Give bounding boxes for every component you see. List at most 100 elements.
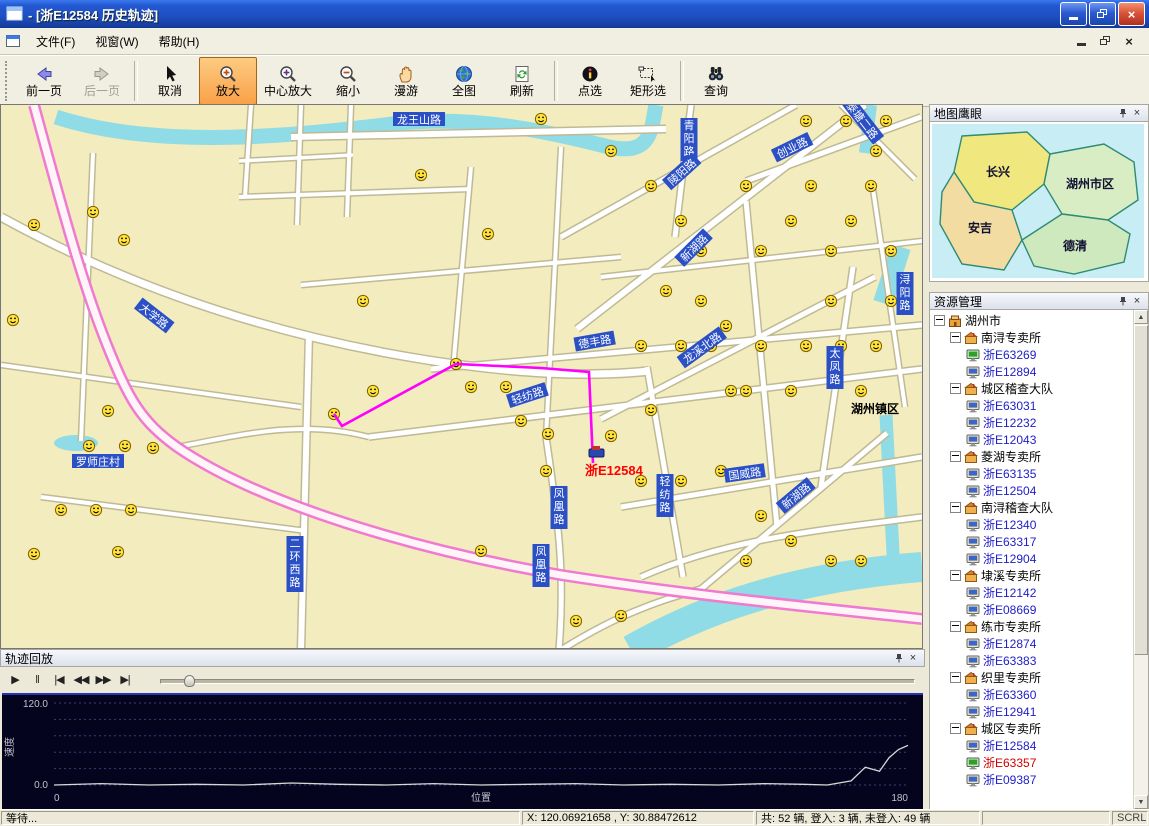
tree-node-group[interactable]: 练市专卖所 bbox=[932, 618, 1133, 635]
vehicle-marker-icon[interactable] bbox=[755, 510, 766, 521]
center-zoom-button[interactable]: 中心放大 bbox=[257, 57, 319, 105]
tree-node-group[interactable]: 城区稽查大队 bbox=[932, 380, 1133, 397]
vehicle-marker-icon[interactable] bbox=[675, 340, 686, 351]
step-back-button[interactable]: |◀ bbox=[50, 671, 68, 688]
vehicle-marker-icon[interactable] bbox=[645, 180, 656, 191]
vehicle-marker-icon[interactable] bbox=[83, 440, 94, 451]
vehicle-marker-icon[interactable] bbox=[660, 285, 671, 296]
vehicle-marker-icon[interactable] bbox=[118, 234, 129, 245]
vehicle-marker-icon[interactable] bbox=[675, 475, 686, 486]
expand-collapse-box[interactable] bbox=[950, 332, 961, 343]
tree-node-vehicle[interactable]: 浙E09387 bbox=[932, 771, 1133, 788]
tree-node-vehicle[interactable]: 浙E12584 bbox=[932, 737, 1133, 754]
vehicle-marker-icon[interactable] bbox=[87, 206, 98, 217]
vehicle-marker-icon[interactable] bbox=[482, 228, 493, 239]
tree-node-vehicle[interactable]: 浙E12904 bbox=[932, 550, 1133, 567]
vehicle-marker-icon[interactable] bbox=[800, 115, 811, 126]
expand-collapse-box[interactable] bbox=[950, 502, 961, 513]
expand-collapse-box[interactable] bbox=[950, 672, 961, 683]
vehicle-marker-icon[interactable] bbox=[119, 440, 130, 451]
vehicle-marker-icon[interactable] bbox=[125, 504, 136, 515]
menu-help[interactable]: 帮助(H) bbox=[149, 29, 210, 54]
vehicle-marker-icon[interactable] bbox=[28, 219, 39, 230]
tree-node-vehicle[interactable]: 浙E12894 bbox=[932, 363, 1133, 380]
tree-node-group[interactable]: 织里专卖所 bbox=[932, 669, 1133, 686]
cancel-button[interactable]: 取消 bbox=[141, 57, 199, 105]
vehicle-marker-icon[interactable] bbox=[740, 180, 751, 191]
menu-window[interactable]: 视窗(W) bbox=[85, 29, 148, 54]
vehicle-marker-icon[interactable] bbox=[740, 555, 751, 566]
pan-button[interactable]: 漫游 bbox=[377, 57, 435, 105]
vehicle-marker-icon[interactable] bbox=[740, 385, 751, 396]
vehicle-marker-icon[interactable] bbox=[112, 546, 123, 557]
play-button[interactable]: ▶ bbox=[6, 671, 24, 688]
vehicle-marker-icon[interactable] bbox=[147, 442, 158, 453]
vehicle-marker-icon[interactable] bbox=[90, 504, 101, 515]
map-view[interactable]: 龙王山路青阳路泰塘二路创业路陵阳路新湖路大学路德丰路龙溪北路轻纺路轻纺路凤凰路凤… bbox=[0, 104, 923, 649]
close-panel-icon[interactable]: × bbox=[906, 652, 920, 665]
vehicle-marker-icon[interactable] bbox=[28, 548, 39, 559]
restore-button[interactable] bbox=[1089, 2, 1116, 26]
vehicle-marker-icon[interactable] bbox=[855, 555, 866, 566]
expand-collapse-box[interactable] bbox=[950, 451, 961, 462]
pin-icon[interactable] bbox=[892, 652, 906, 665]
vehicle-marker-icon[interactable] bbox=[725, 385, 736, 396]
scroll-up-button[interactable]: ▲ bbox=[1134, 310, 1148, 324]
tree-node-vehicle[interactable]: 浙E63269 bbox=[932, 346, 1133, 363]
expand-collapse-box[interactable] bbox=[950, 621, 961, 632]
vehicle-marker-icon[interactable] bbox=[635, 340, 646, 351]
playback-slider[interactable] bbox=[160, 679, 915, 684]
expand-collapse-box[interactable] bbox=[934, 315, 945, 326]
vehicle-marker-icon[interactable] bbox=[615, 610, 626, 621]
tree-node-vehicle[interactable]: 浙E12874 bbox=[932, 635, 1133, 652]
tree-node-vehicle[interactable]: 浙E63360 bbox=[932, 686, 1133, 703]
tree-node-vehicle[interactable]: 浙E08669 bbox=[932, 601, 1133, 618]
vehicle-marker-icon[interactable] bbox=[825, 555, 836, 566]
vehicle-marker-icon[interactable] bbox=[535, 113, 546, 124]
tree-node-vehicle[interactable]: 浙E63317 bbox=[932, 533, 1133, 550]
vehicle-marker-icon[interactable] bbox=[805, 180, 816, 191]
vehicle-marker-icon[interactable] bbox=[785, 535, 796, 546]
vehicle-marker-icon[interactable] bbox=[865, 180, 876, 191]
close-panel-icon[interactable]: × bbox=[1130, 295, 1144, 308]
pause-button[interactable]: ‖ bbox=[28, 672, 46, 689]
vehicle-marker-icon[interactable] bbox=[845, 215, 856, 226]
tree-node-group[interactable]: 城区专卖所 bbox=[932, 720, 1133, 737]
full-map-button[interactable]: 全图 bbox=[435, 57, 493, 105]
tree-node-group[interactable]: 菱湖专卖所 bbox=[932, 448, 1133, 465]
vehicle-marker-icon[interactable] bbox=[840, 115, 851, 126]
vehicle-marker-icon[interactable] bbox=[885, 245, 896, 256]
map-canvas[interactable]: 龙王山路青阳路泰塘二路创业路陵阳路新湖路大学路德丰路龙溪北路轻纺路轻纺路凤凰路凤… bbox=[1, 105, 922, 648]
vehicle-marker-icon[interactable] bbox=[540, 465, 551, 476]
tree-node-vehicle[interactable]: 浙E12941 bbox=[932, 703, 1133, 720]
vehicle-marker-icon[interactable] bbox=[102, 405, 113, 416]
tree-node-group[interactable]: 南浔专卖所 bbox=[932, 329, 1133, 346]
vehicle-marker-icon[interactable] bbox=[605, 430, 616, 441]
vehicle-marker-icon[interactable] bbox=[605, 145, 616, 156]
vehicle-marker-icon[interactable] bbox=[475, 545, 486, 556]
vehicle-marker-icon[interactable] bbox=[500, 381, 511, 392]
vehicle-marker-icon[interactable] bbox=[465, 381, 476, 392]
vehicle-marker-icon[interactable] bbox=[885, 295, 896, 306]
vehicle-marker-icon[interactable] bbox=[800, 340, 811, 351]
tree-node-vehicle[interactable]: 浙E12142 bbox=[932, 584, 1133, 601]
refresh-button[interactable]: 刷新 bbox=[493, 57, 551, 105]
menu-file[interactable]: 文件(F) bbox=[26, 29, 85, 54]
scroll-down-button[interactable]: ▼ bbox=[1134, 795, 1148, 809]
tree-node-vehicle[interactable]: 浙E63357 bbox=[932, 754, 1133, 771]
pin-icon[interactable] bbox=[1116, 107, 1130, 120]
vehicle-marker-icon[interactable] bbox=[515, 415, 526, 426]
vehicle-marker-icon[interactable] bbox=[645, 404, 656, 415]
tree-node-group[interactable]: 埭溪专卖所 bbox=[932, 567, 1133, 584]
vehicle-marker-icon[interactable] bbox=[755, 340, 766, 351]
vehicle-marker-icon[interactable] bbox=[570, 615, 581, 626]
expand-collapse-box[interactable] bbox=[950, 723, 961, 734]
vehicle-marker-icon[interactable] bbox=[825, 295, 836, 306]
mdi-close-button[interactable]: × bbox=[1121, 34, 1137, 49]
tree-scrollbar[interactable]: ▲ ▼ bbox=[1133, 310, 1148, 809]
scroll-thumb[interactable] bbox=[1134, 325, 1148, 655]
tree-node-vehicle[interactable]: 浙E12340 bbox=[932, 516, 1133, 533]
vehicle-marker-icon[interactable] bbox=[7, 314, 18, 325]
slider-thumb[interactable] bbox=[184, 675, 195, 687]
next-page-button[interactable]: 后一页 bbox=[73, 57, 131, 105]
